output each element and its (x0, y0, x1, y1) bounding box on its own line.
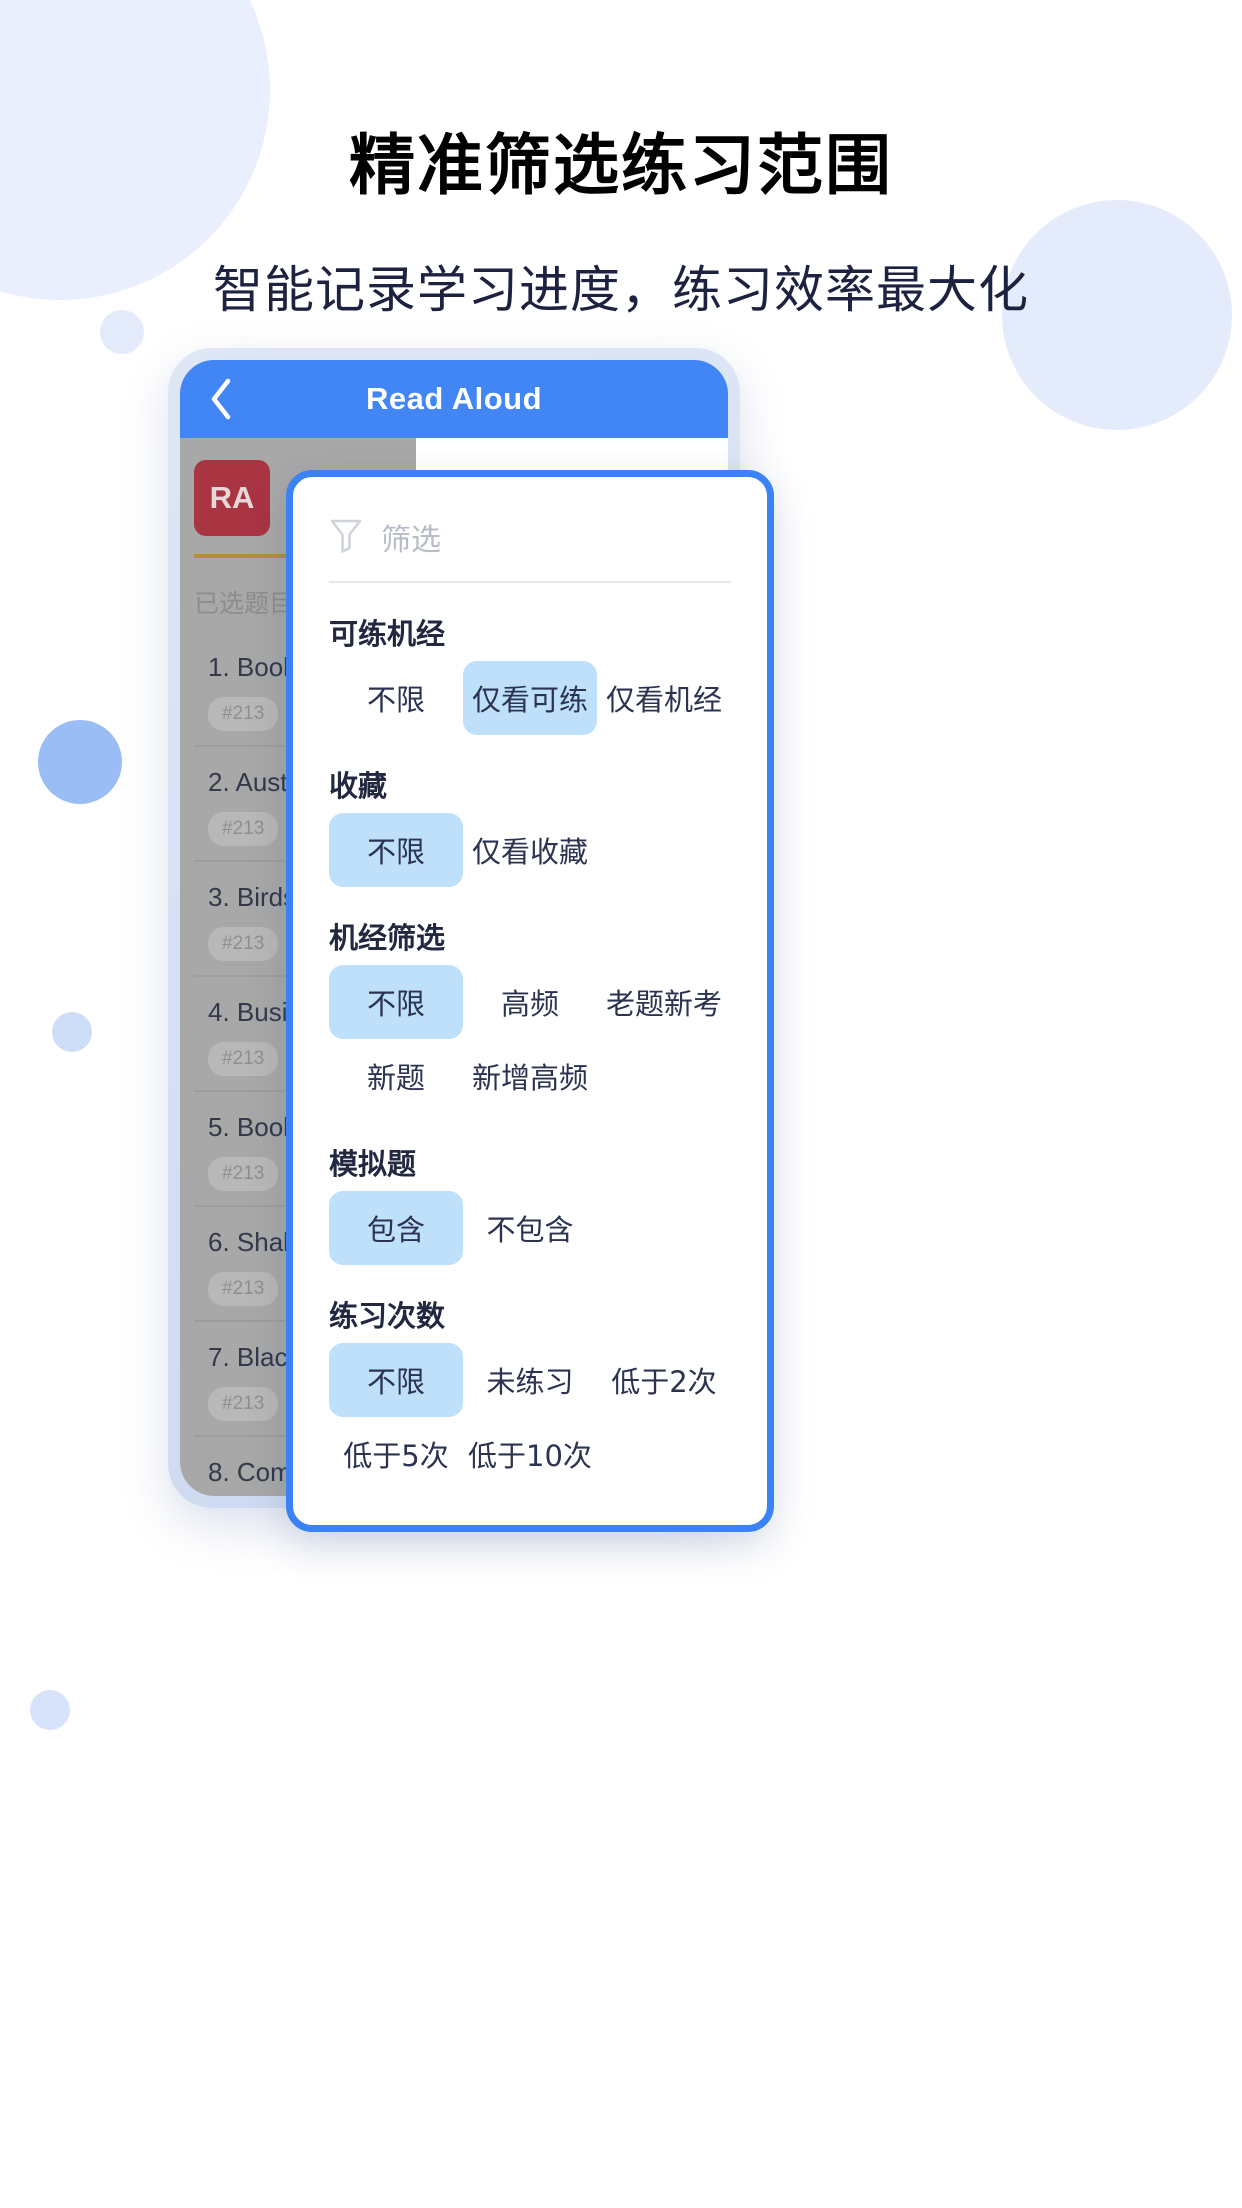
filter-option-selected[interactable]: 不限 (329, 965, 463, 1039)
filter-option-selected[interactable]: 不限 (329, 813, 463, 887)
ra-badge: RA (194, 460, 270, 536)
filter-group-title: 机经筛选 (329, 921, 446, 955)
filter-group-practice-count: 练习次数 不限 未练习 低于2次 低于5次 低于10次 (329, 1293, 731, 1491)
app-bar-title: Read Aloud (365, 381, 543, 416)
filter-option-row: 包含 不包含 (329, 1191, 731, 1265)
filter-option[interactable]: 低于5次 (329, 1417, 463, 1491)
tag: #213 (208, 812, 279, 846)
filter-option[interactable]: 仅看机经 (597, 661, 731, 735)
filter-group-jingji: 机经筛选 不限 高频 老题新考 新题 新增高频 (329, 915, 731, 1113)
chevron-left-icon[interactable] (194, 377, 248, 421)
tag: #213 (208, 1272, 279, 1306)
filter-option[interactable]: 老题新考 (597, 965, 731, 1039)
filter-group-jinglian: 可练机经 不限 仅看可练 仅看机经 (329, 611, 731, 735)
filter-option[interactable]: 仅看收藏 (463, 813, 597, 887)
filter-group-mock: 模拟题 包含 不包含 (329, 1141, 731, 1265)
filter-funnel-icon (329, 517, 363, 558)
filter-option-selected[interactable]: 不限 (329, 1343, 463, 1417)
decorative-blob-accent (38, 720, 122, 804)
filter-group-title: 收藏 (329, 769, 388, 803)
filter-option-selected[interactable]: 包含 (329, 1191, 463, 1265)
filter-option[interactable]: 不限 (329, 661, 463, 735)
headline-block: 精准筛选练习范围 智能记录学习进度，练习效率最大化 (0, 0, 1242, 322)
filter-group-title: 可练机经 (329, 617, 446, 651)
filter-group-favorites: 收藏 不限 仅看收藏 (329, 763, 731, 887)
header-divider (329, 581, 731, 583)
filter-option[interactable]: 高频 (463, 965, 597, 1039)
filter-option-row: 不限 仅看可练 仅看机经 (329, 661, 731, 735)
filter-option[interactable]: 新增高频 (463, 1039, 597, 1113)
filter-modal: 筛选 可练机经 不限 仅看可练 仅看机经 收藏 不限 仅看收藏 机经筛选 不限 … (286, 470, 774, 1532)
page-subtitle: 智能记录学习进度，练习效率最大化 (213, 261, 1029, 319)
tag: #213 (208, 697, 279, 731)
filter-option[interactable]: 低于10次 (463, 1417, 597, 1491)
filter-modal-header: 筛选 (329, 507, 731, 581)
filter-option-selected[interactable]: 仅看可练 (462, 661, 597, 735)
tag: #213 (208, 1157, 279, 1191)
filter-option[interactable]: 低于2次 (597, 1343, 731, 1417)
filter-modal-title: 筛选 (381, 523, 441, 558)
filter-option-row: 不限 未练习 低于2次 低于5次 低于10次 (329, 1343, 731, 1491)
decorative-blob-small-b (52, 1012, 92, 1052)
filter-group-title: 练习次数 (329, 1299, 446, 1333)
filter-option-row: 不限 高频 老题新考 新题 新增高频 (329, 965, 731, 1113)
app-bar: Read Aloud (180, 360, 728, 438)
decorative-blob-bottom (30, 1690, 70, 1730)
filter-option-row: 不限 仅看收藏 (329, 813, 731, 887)
filter-option[interactable]: 新题 (329, 1039, 463, 1113)
tag: #213 (208, 1042, 279, 1076)
filter-option[interactable]: 未练习 (463, 1343, 597, 1417)
page-title: 精准筛选练习范围 (349, 127, 893, 204)
filter-option[interactable]: 不包含 (463, 1191, 597, 1265)
filter-group-title: 模拟题 (329, 1147, 417, 1181)
tag: #213 (208, 1387, 279, 1421)
tag: #213 (208, 927, 279, 961)
